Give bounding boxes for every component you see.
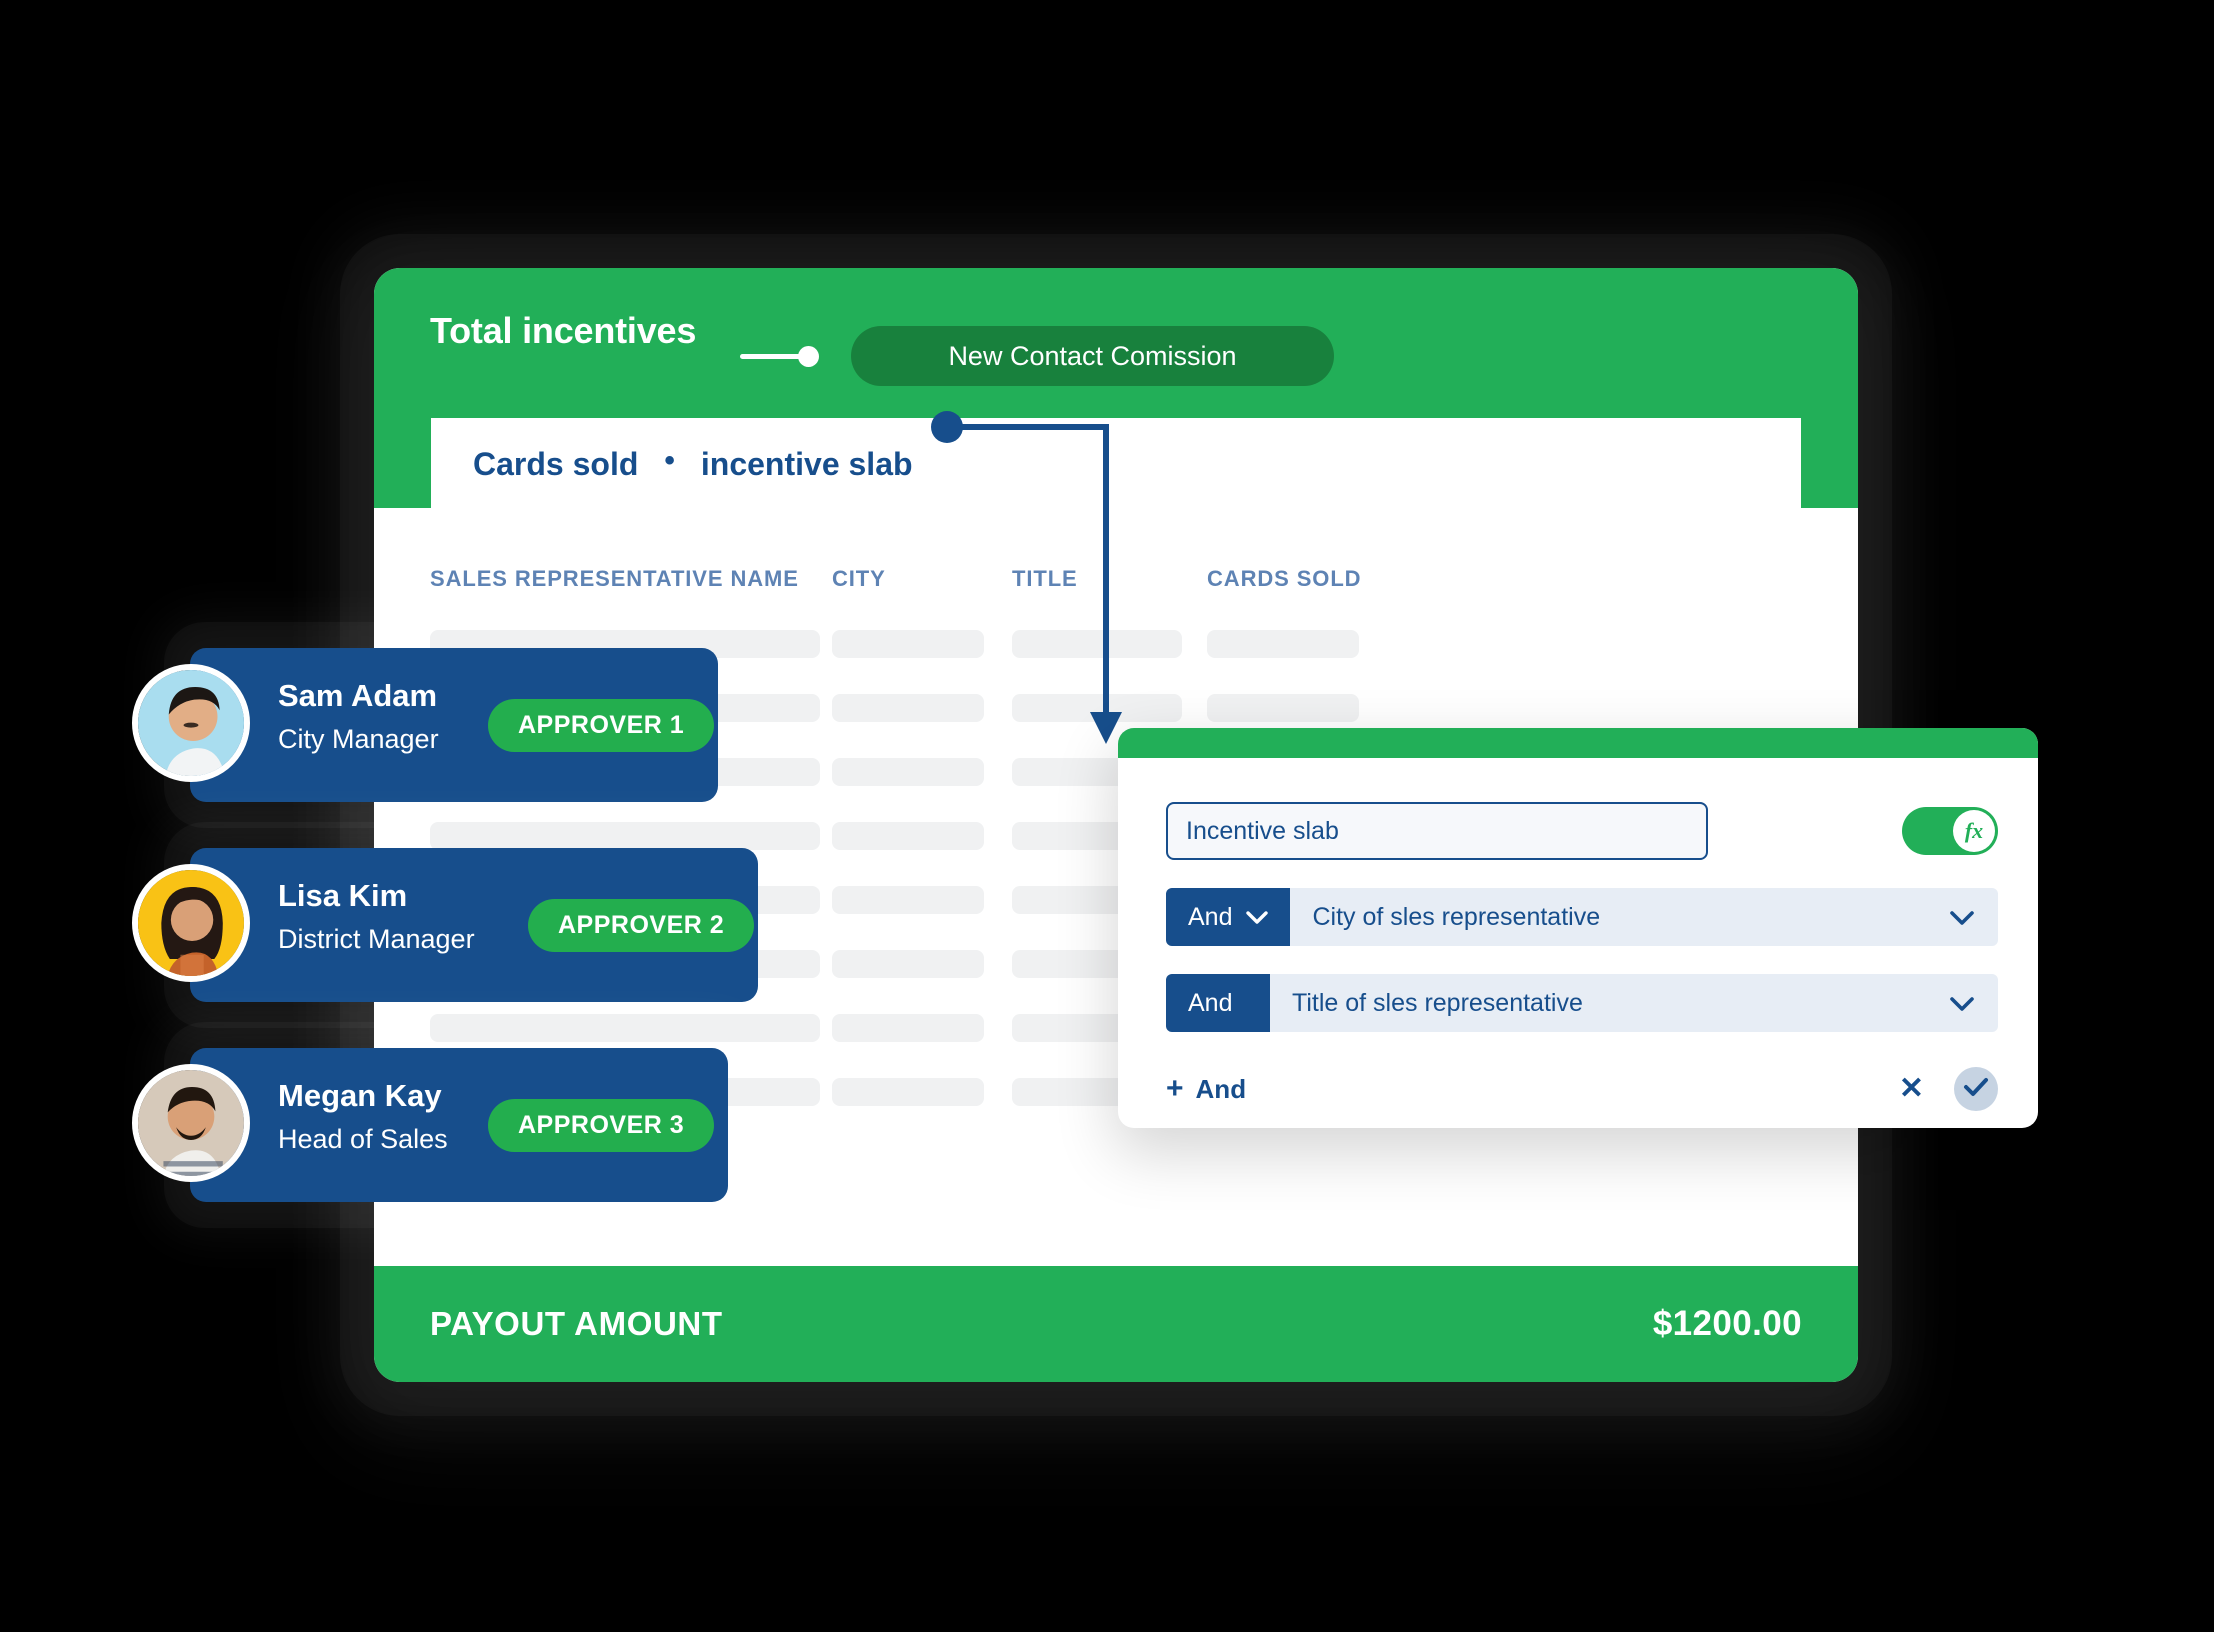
card-header: Total incentives New Contact Comission C… — [374, 268, 1858, 510]
condition-operator-select[interactable]: And — [1166, 974, 1270, 1032]
table-cell-placeholder — [832, 886, 984, 914]
table-cell-placeholder — [1207, 694, 1359, 722]
condition-operator-select[interactable]: And — [1166, 888, 1291, 946]
chevron-down-icon — [1246, 910, 1269, 924]
payout-amount: $1200.00 — [1652, 1304, 1802, 1343]
approver-card[interactable]: Megan Kay Head of Sales APPROVER 3 — [132, 1048, 728, 1202]
formula-operator-icon: • — [664, 444, 675, 477]
chevron-down-icon — [1950, 903, 1974, 932]
plus-icon: + — [1166, 1072, 1184, 1105]
table-cell-placeholder — [430, 822, 820, 850]
avatar — [132, 864, 250, 982]
payout-bar: PAYOUT AMOUNT $1200.00 — [374, 1266, 1858, 1382]
approver-card[interactable]: Sam Adam City Manager APPROVER 1 — [132, 648, 718, 802]
rule-name-input[interactable] — [1166, 802, 1708, 860]
line-node-icon — [740, 344, 830, 368]
add-condition-label: And — [1195, 1073, 1247, 1104]
table-cell-placeholder — [1012, 630, 1182, 658]
approver-name: Lisa Kim — [278, 878, 408, 913]
approver-text-block: Megan Kay Head of Sales — [278, 1078, 448, 1155]
formula-bar[interactable]: Cards sold • incentive slab — [431, 418, 1801, 510]
confirm-button[interactable] — [1954, 1067, 1998, 1111]
approver-card[interactable]: Lisa Kim District Manager APPROVER 2 — [132, 848, 758, 1002]
column-header-sales-representative-name: SALES REPRESENTATIVE NAME — [430, 566, 799, 591]
condition-field-label: Title of sles representative — [1292, 988, 1583, 1017]
condition-operator-label: And — [1188, 988, 1233, 1017]
approver-text-block: Sam Adam City Manager — [278, 678, 439, 755]
close-icon[interactable]: ✕ — [1899, 1074, 1924, 1104]
formula-token-incentive-slab[interactable]: incentive slab — [701, 446, 913, 483]
condition-row[interactable]: And Title of sles representative — [1166, 974, 1998, 1032]
approver-role: Head of Sales — [278, 1124, 448, 1154]
rule-name-row: fx — [1166, 802, 1998, 860]
status-badge: APPROVER 1 — [488, 699, 715, 752]
table-cell-placeholder — [832, 694, 984, 722]
condition-field-select[interactable]: City of sles representative — [1290, 888, 1998, 946]
table-cell-placeholder — [1207, 630, 1359, 658]
popup-actions: ✕ — [1899, 1067, 1998, 1111]
approver-text-block: Lisa Kim District Manager — [278, 878, 475, 955]
condition-field-label: City of sles representative — [1312, 902, 1601, 931]
table-cell-placeholder — [832, 630, 984, 658]
table-cell-placeholder — [430, 1014, 820, 1042]
column-header-city: CITY — [832, 566, 886, 591]
table-cell-placeholder — [832, 1014, 984, 1042]
rule-builder-popup: fx And City of sles representative — [1118, 728, 2038, 1128]
table-cell-placeholder — [832, 950, 984, 978]
approver-role: District Manager — [278, 924, 475, 954]
approver-name: Sam Adam — [278, 678, 438, 713]
page-title: Total incentives — [430, 310, 697, 351]
table-cell-placeholder — [832, 1078, 984, 1106]
condition-row[interactable]: And City of sles representative — [1166, 888, 1998, 946]
fx-toggle[interactable]: fx — [1902, 807, 1998, 855]
check-icon — [1963, 1077, 1989, 1102]
fx-icon: fx — [1953, 810, 1995, 852]
table-cell-placeholder — [832, 758, 984, 786]
status-badge: APPROVER 2 — [528, 899, 755, 952]
popup-footer: + And ✕ — [1166, 1062, 1998, 1116]
status-badge: APPROVER 3 — [488, 1099, 715, 1152]
table-cell-placeholder — [832, 822, 984, 850]
column-header-cards-sold: CARDS SOLD — [1207, 566, 1362, 591]
condition-operator-label: And — [1188, 902, 1233, 931]
chevron-down-icon — [1950, 989, 1974, 1018]
column-header-title: TITLE — [1012, 566, 1078, 591]
payout-label: PAYOUT AMOUNT — [430, 1305, 723, 1342]
avatar — [132, 1064, 250, 1182]
approver-role: City Manager — [278, 724, 439, 754]
popup-accent-bar — [1118, 728, 2038, 758]
approver-name: Megan Kay — [278, 1078, 442, 1113]
connector-knob — [798, 346, 819, 367]
add-condition-button[interactable]: + And — [1166, 1074, 1246, 1105]
new-contract-commission-pill[interactable]: New Contact Comission — [851, 326, 1334, 386]
popup-body: fx And City of sles representative — [1118, 758, 2038, 1116]
table-cell-placeholder — [1012, 694, 1182, 722]
condition-field-select[interactable]: Title of sles representative — [1270, 974, 1998, 1032]
screenshot-stage: Total incentives New Contact Comission C… — [0, 0, 2214, 1632]
connector-bar — [740, 354, 806, 359]
avatar — [132, 664, 250, 782]
formula-token-cards-sold[interactable]: Cards sold — [473, 446, 638, 483]
